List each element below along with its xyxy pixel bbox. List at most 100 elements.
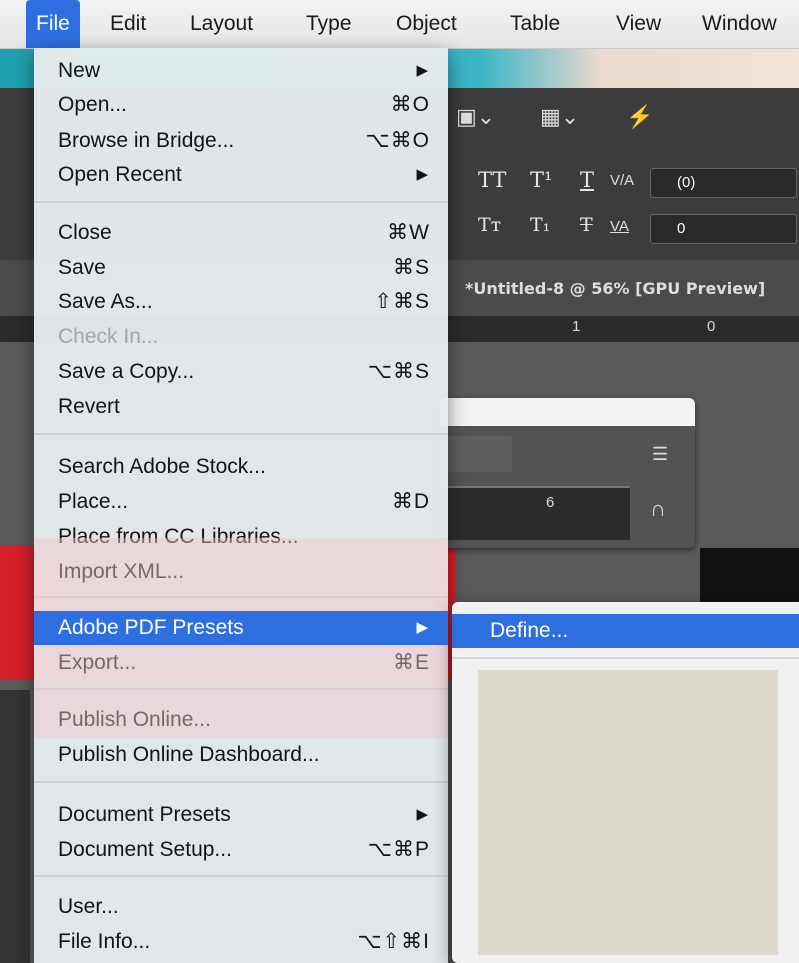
menu-item-revert[interactable]: Revert (34, 390, 448, 424)
panel-field[interactable] (446, 436, 512, 472)
menu-separator (34, 201, 448, 203)
small-caps-button[interactable]: Tт (478, 214, 501, 236)
submenu-arrow-icon: ▶ (416, 806, 428, 823)
menu-file[interactable]: File (26, 0, 80, 48)
menu-item-file-info[interactable]: File Info... ⌥⇧⌘I (34, 925, 448, 959)
all-caps-button[interactable]: TT (478, 168, 506, 192)
menu-object[interactable]: Object (386, 0, 467, 48)
panel-ruler-mark: 6 (546, 494, 555, 511)
submenu-item-define[interactable]: Define... (452, 614, 799, 648)
menu-item-label: Document Presets (58, 803, 231, 826)
menu-item-export[interactable]: Export... ⌘E (34, 646, 448, 680)
menu-separator (34, 688, 448, 690)
menu-item-label: New (58, 59, 101, 82)
menu-item-search-adobe-stock[interactable]: Search Adobe Stock... (34, 450, 448, 484)
menu-separator (34, 433, 448, 435)
superscript-button[interactable]: T¹ (530, 168, 552, 192)
menu-item-shortcut: ⌘O (390, 93, 430, 116)
submenu-arrow-icon: ▶ (416, 62, 428, 79)
menu-item-label: Save a Copy... (58, 360, 195, 383)
menu-item-label: File Info... (58, 930, 151, 953)
menu-item-label: User... (58, 895, 119, 918)
menu-item-label: Open... (58, 93, 127, 116)
tracking-value: (0) (677, 174, 696, 191)
menu-item-label: Place... (58, 490, 129, 513)
menu-item-label: Document Setup... (58, 838, 232, 861)
quick-apply-icon[interactable]: ⚡ (626, 104, 653, 130)
kerning-icon: VA (610, 218, 629, 235)
file-menu: New ▶ Open... ⌘O Browse in Bridge... ⌥⌘O… (34, 48, 448, 963)
menu-separator (452, 657, 799, 659)
kerning-value: 0 (677, 220, 686, 237)
menu-item-shortcut: ⇧⌘S (374, 290, 430, 313)
ruler-mark: 1 (572, 318, 581, 335)
menu-item-label: Close (58, 221, 112, 244)
menu-item-label: Publish Online Dashboard... (58, 743, 320, 766)
kerning-field[interactable]: 0 (650, 214, 797, 244)
menu-item-open-recent[interactable]: Open Recent ▶ (34, 158, 448, 192)
submenu-preview-area (478, 670, 778, 955)
menu-view[interactable]: View (606, 0, 671, 48)
panel-menu-icon[interactable]: ☰ (652, 444, 668, 465)
strikethrough-button[interactable]: T (580, 214, 593, 236)
frame-fitting-icon[interactable]: ▣⌄ (456, 104, 495, 130)
document-tab[interactable]: *Untitled-8 @ 56% [GPU Preview] (465, 279, 765, 298)
menu-item-shortcut: ⌘W (387, 221, 430, 244)
menu-item-shortcut: ⌥⌘P (367, 838, 430, 861)
menu-item-place-from-cc-libraries[interactable]: Place from CC Libraries... (34, 520, 448, 554)
magnet-icon[interactable]: ∩ (650, 496, 666, 522)
menu-item-label: Search Adobe Stock... (58, 455, 266, 478)
menu-item-open[interactable]: Open... ⌘O (34, 88, 448, 122)
menu-item-label: Check In... (58, 325, 159, 348)
menu-item-label: Place from CC Libraries... (58, 525, 299, 548)
menu-type[interactable]: Type (296, 0, 362, 48)
menu-item-new[interactable]: New ▶ (34, 54, 448, 88)
menu-item-document-setup[interactable]: Document Setup... ⌥⌘P (34, 833, 448, 867)
menu-item-shortcut: ⌘S (392, 256, 430, 279)
menu-item-publish-online[interactable]: Publish Online... (34, 703, 448, 737)
menu-item-label: Save (58, 256, 106, 279)
text-frame-edge (0, 690, 30, 963)
menu-item-label: Open Recent (58, 163, 182, 186)
menu-item-label: Export... (58, 651, 137, 674)
menu-item-shortcut: ⌘D (391, 490, 430, 513)
menu-separator (34, 596, 448, 598)
menu-item-place[interactable]: Place... ⌘D (34, 485, 448, 519)
menu-bar: File Edit Layout Type Object Table View … (0, 0, 799, 49)
layout-view-icon[interactable]: ▦⌄ (540, 104, 579, 130)
menu-item-save-a-copy[interactable]: Save a Copy... ⌥⌘S (34, 355, 448, 389)
underline-button[interactable]: T (580, 168, 594, 192)
menu-item-shortcut: ⌥⌘O (365, 129, 430, 152)
ruler-mark: 0 (707, 318, 716, 335)
submenu-arrow-icon: ▶ (416, 166, 428, 183)
menu-item-label: Adobe PDF Presets (58, 616, 244, 639)
menu-item-shortcut: ⌥⇧⌘I (357, 930, 430, 953)
menu-table[interactable]: Table (500, 0, 570, 48)
menu-edit[interactable]: Edit (100, 0, 156, 48)
menu-item-label: Save As... (58, 290, 153, 313)
menu-item-adobe-pdf-presets[interactable]: Adobe PDF Presets ▶ (34, 611, 448, 645)
menu-layout[interactable]: Layout (180, 0, 263, 48)
panel-header (440, 398, 695, 426)
menu-item-document-presets[interactable]: Document Presets ▶ (34, 798, 448, 832)
menu-item-import-xml[interactable]: Import XML... (34, 555, 448, 589)
menu-item-shortcut: ⌘E (392, 651, 430, 674)
tracking-field[interactable]: (0) (650, 168, 797, 198)
menu-item-label: Revert (58, 395, 120, 418)
menu-item-label: Import XML... (58, 560, 185, 583)
submenu-item-label: Define... (490, 619, 569, 642)
menu-item-user[interactable]: User... (34, 890, 448, 924)
menu-item-close[interactable]: Close ⌘W (34, 216, 448, 250)
menu-item-label: Browse in Bridge... (58, 129, 235, 152)
menu-separator (34, 781, 448, 783)
menu-item-publish-online-dashboard[interactable]: Publish Online Dashboard... (34, 738, 448, 772)
menu-item-browse-in-bridge[interactable]: Browse in Bridge... ⌥⌘O (34, 124, 448, 158)
menu-item-label: Publish Online... (58, 708, 211, 731)
submenu-arrow-icon: ▶ (416, 619, 428, 636)
menu-item-check-in: Check In... (34, 320, 448, 354)
subscript-button[interactable]: T₁ (530, 214, 550, 236)
menu-window[interactable]: Window (692, 0, 787, 48)
menu-item-save-as[interactable]: Save As... ⇧⌘S (34, 285, 448, 319)
menu-item-save[interactable]: Save ⌘S (34, 251, 448, 285)
menu-separator (34, 875, 448, 877)
